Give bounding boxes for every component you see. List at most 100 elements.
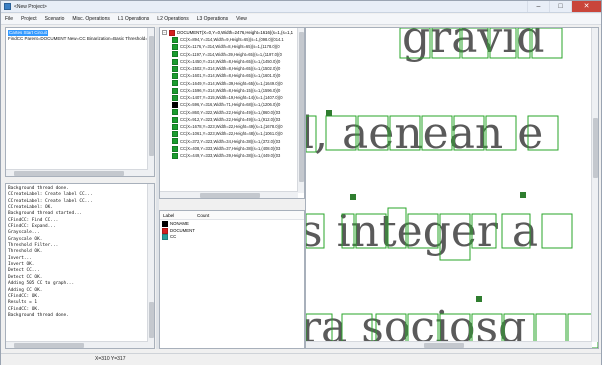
color-swatch-icon bbox=[172, 123, 178, 130]
log-line: Background thread done. bbox=[8, 312, 69, 318]
tree-item[interactable]: CC(X=1649,Y=314,Width=39,Height=65)(s=1,… bbox=[160, 80, 304, 87]
log-panel[interactable]: Background thread done. CCreateLabel: Cre… bbox=[5, 183, 155, 349]
label-row[interactable]: CC bbox=[160, 234, 304, 241]
canvas-scrollbar-h[interactable] bbox=[306, 341, 592, 348]
tree-item[interactable]: CC(X=1678,Y=323,Width=22,Height=49)(s=1,… bbox=[160, 123, 304, 130]
scenario-scrollbar-v[interactable] bbox=[147, 28, 154, 176]
splitter-right[interactable] bbox=[159, 200, 305, 209]
menu-file[interactable]: File bbox=[1, 16, 17, 22]
tree-item-label: CC(X=449,Y=333,Width=39,Height=38)(s=1,(… bbox=[180, 153, 281, 159]
cc-tree-panel[interactable]: − DOCUMENT(X=0,Y=0,Width=2476,Height=161… bbox=[159, 27, 305, 199]
label-name: CC bbox=[170, 234, 177, 239]
color-swatch-icon bbox=[172, 65, 178, 72]
main-window: <New Project> – □ ✕ File Project Scenari… bbox=[0, 0, 602, 365]
color-swatch-icon bbox=[172, 51, 178, 58]
scenario-scrollbar-h[interactable] bbox=[6, 169, 148, 176]
tree-item-label: CC(X=1450,Y=314,Width=8,Height=65)(s=1,(… bbox=[180, 58, 281, 64]
tree-item-label: CC(X=1176,Y=314,Width=8,Height=65)(s=1,(… bbox=[180, 44, 280, 50]
tree-scrollbar-h[interactable] bbox=[160, 191, 298, 198]
color-swatch-icon bbox=[162, 221, 168, 228]
color-swatch-icon bbox=[172, 152, 178, 159]
tree-item-label: CC(X=408,Y=333,Width=37,Height=38)(s=1,(… bbox=[180, 145, 281, 151]
menu-l3-operations[interactable]: L3 Operations bbox=[193, 16, 232, 22]
title-bar: <New Project> – □ ✕ bbox=[1, 0, 601, 13]
color-swatch-icon bbox=[172, 102, 178, 109]
tree-item[interactable]: CC(X=596,Y=316,Width=71,Height=68)(s=1,(… bbox=[160, 101, 304, 109]
labels-rows: NONAME DOCUMENT CC bbox=[160, 220, 304, 241]
menu-l2-operations[interactable]: L2 Operations bbox=[153, 16, 192, 22]
tree-item[interactable]: CC(X=1502,Y=314,Width=8,Height=65)(s=1,(… bbox=[160, 65, 304, 72]
count-column-header[interactable]: Count bbox=[194, 213, 209, 218]
color-swatch-icon bbox=[169, 29, 175, 36]
labels-panel[interactable]: Label Count NONAME DOCUMENT CC bbox=[159, 210, 305, 349]
labels-header: Label Count bbox=[160, 211, 304, 220]
tree-item-label: CC(X=860,Y=322,Width=22,Height=49)(s=1,(… bbox=[180, 109, 281, 115]
tree-item[interactable]: CC(X=372,Y=323,Width=34,Height=38)(s=1,(… bbox=[160, 138, 304, 145]
color-swatch-icon bbox=[172, 116, 178, 123]
cc-dot-box[interactable] bbox=[520, 192, 526, 198]
color-swatch-icon bbox=[162, 234, 168, 241]
document-image: gravid l, aenean e s integer a ra socios… bbox=[306, 28, 598, 348]
menu-bar: File Project Scenario Misc. Operations L… bbox=[1, 14, 601, 25]
color-swatch-icon bbox=[172, 131, 178, 138]
menu-misc-operations[interactable]: Misc. Operations bbox=[68, 16, 114, 22]
color-swatch-icon bbox=[172, 138, 178, 145]
tree-item-label: CC(X=1197,Y=314,Width=39,Height=65)(s=1,… bbox=[180, 51, 282, 57]
color-swatch-icon bbox=[172, 44, 178, 51]
status-bar: X=310 Y=317 bbox=[1, 353, 601, 365]
tree-item-label: CC(X=596,Y=316,Width=71,Height=68)(s=1,(… bbox=[180, 102, 281, 108]
color-swatch-icon bbox=[172, 80, 178, 87]
log-scrollbar-v[interactable] bbox=[147, 184, 154, 348]
tree-item-label: CC(X=894,Y=314,Width=9,Height=65)(s=1,(0… bbox=[180, 37, 284, 43]
tree-item[interactable]: CC(X=449,Y=333,Width=39,Height=38)(s=1,(… bbox=[160, 152, 304, 159]
canvas-scrollbar-v[interactable] bbox=[591, 28, 598, 342]
cc-dot-box[interactable] bbox=[326, 110, 332, 116]
tree-item[interactable]: CC(X=1176,Y=314,Width=8,Height=65)(s=1,(… bbox=[160, 43, 304, 51]
cc-dot-box[interactable] bbox=[350, 194, 356, 200]
document-canvas[interactable]: gravid l, aenean e s integer a ra socios… bbox=[305, 27, 599, 349]
tree-scrollbar-v[interactable] bbox=[297, 28, 304, 193]
color-swatch-icon bbox=[172, 94, 178, 101]
tree-item-label: CC(X=1649,Y=314,Width=39,Height=65)(s=1,… bbox=[180, 80, 283, 86]
tree-root-label: DOCUMENT(X=0,Y=0,Width=2476,Height=1616)… bbox=[177, 30, 294, 35]
menu-view[interactable]: View bbox=[232, 16, 251, 22]
cc-dot-box[interactable] bbox=[476, 296, 482, 302]
tree-root-node[interactable]: − DOCUMENT(X=0,Y=0,Width=2476,Height=161… bbox=[160, 28, 304, 36]
label-column-header[interactable]: Label bbox=[160, 213, 194, 218]
scenario-panel[interactable]: Cartes Start Circuit FindCC Parent=DOCUM… bbox=[5, 27, 155, 177]
tree-item[interactable]: CC(X=912,Y=323,Width=22,Height=49)(s=1,(… bbox=[160, 116, 304, 123]
tree-item[interactable]: CC(X=1601,Y=314,Width=8,Height=65)(s=1,(… bbox=[160, 72, 304, 80]
maximize-icon[interactable]: □ bbox=[549, 0, 571, 12]
tree-item-label: CC(X=1678,Y=323,Width=22,Height=49)(s=1,… bbox=[180, 124, 283, 130]
color-swatch-icon bbox=[172, 145, 178, 152]
tree-item[interactable]: CC(X=1596,Y=314,Width=8,Height=15)(s=1,(… bbox=[160, 87, 304, 94]
color-swatch-icon bbox=[172, 36, 178, 43]
log-text: Background thread done. CCreateLabel: Cre… bbox=[6, 184, 154, 319]
close-icon[interactable]: ✕ bbox=[571, 0, 601, 12]
tree-item[interactable]: CC(X=1407,Y=315,Width=19,Height=14)(s=1,… bbox=[160, 94, 304, 101]
window-controls: – □ ✕ bbox=[527, 0, 601, 13]
tree-item[interactable]: CC(X=1061,Y=323,Width=22,Height=48)(s=1,… bbox=[160, 130, 304, 138]
cursor-position: X=310 Y=317 bbox=[95, 356, 126, 362]
tree-children: CC(X=894,Y=314,Width=9,Height=65)(s=1,(0… bbox=[160, 36, 304, 159]
log-scrollbar-h[interactable] bbox=[6, 341, 148, 348]
collapse-icon[interactable]: − bbox=[162, 30, 167, 36]
cc-bounding-box[interactable] bbox=[541, 213, 573, 249]
tree-item[interactable]: CC(X=1450,Y=314,Width=8,Height=65)(s=1,(… bbox=[160, 58, 304, 65]
tree-item[interactable]: CC(X=894,Y=314,Width=9,Height=65)(s=1,(0… bbox=[160, 36, 304, 43]
tree-item-label: CC(X=1601,Y=314,Width=8,Height=65)(s=1,(… bbox=[180, 73, 281, 79]
cc-boxes bbox=[306, 28, 598, 348]
color-swatch-icon bbox=[162, 227, 168, 234]
color-swatch-icon bbox=[172, 73, 178, 80]
tree-item[interactable]: CC(X=408,Y=333,Width=37,Height=38)(s=1,(… bbox=[160, 145, 304, 152]
tree-item-label: CC(X=1596,Y=314,Width=8,Height=15)(s=1,(… bbox=[180, 87, 281, 93]
tree-item-label: CC(X=372,Y=323,Width=34,Height=38)(s=1,(… bbox=[180, 138, 281, 144]
minimize-icon[interactable]: – bbox=[527, 0, 549, 12]
menu-l1-operations[interactable]: L1 Operations bbox=[114, 16, 153, 22]
menu-scenario[interactable]: Scenario bbox=[41, 16, 69, 22]
tree-item[interactable]: CC(X=860,Y=322,Width=22,Height=49)(s=1,(… bbox=[160, 109, 304, 116]
tree-item[interactable]: CC(X=1197,Y=314,Width=39,Height=65)(s=1,… bbox=[160, 51, 304, 58]
tree-item-label: CC(X=1061,Y=323,Width=22,Height=48)(s=1,… bbox=[180, 131, 283, 137]
menu-project[interactable]: Project bbox=[17, 16, 41, 22]
scenario-operation-line[interactable]: FindCC Parent=DOCUMENT New=CC Binarizati… bbox=[6, 36, 154, 42]
